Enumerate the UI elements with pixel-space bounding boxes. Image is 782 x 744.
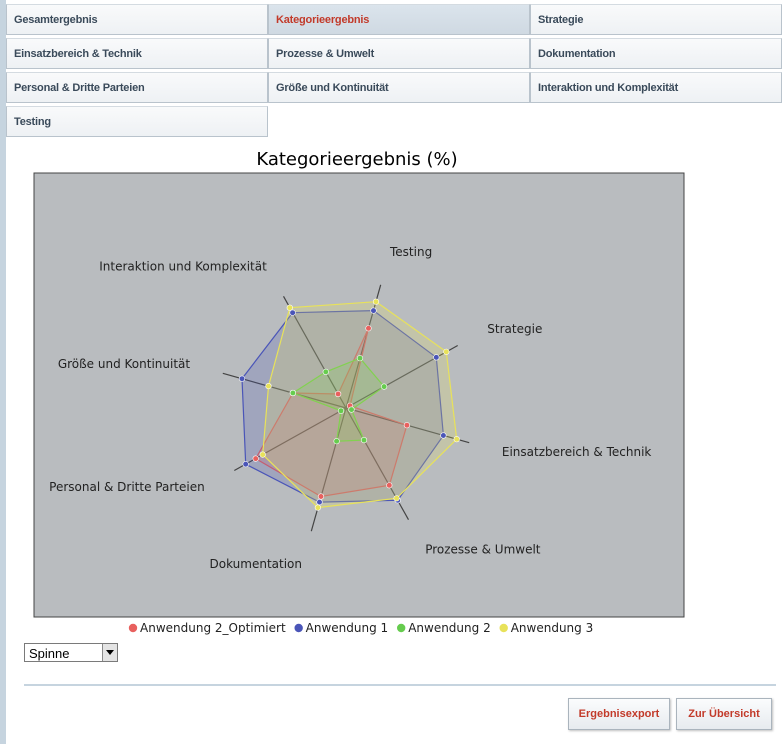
point-anwendung-3-strategie: [443, 348, 450, 355]
tab-prozesse-umwelt[interactable]: Prozesse & Umwelt: [268, 38, 530, 69]
point-anwendung-2-groesse-und-kontinuitaet: [289, 389, 297, 397]
point-anwendung-2-optimiert-testing: [365, 325, 372, 332]
tab-einsatzbereich-technik[interactable]: Einsatzbereich & Technik: [6, 38, 268, 69]
axis-label-interaktion-und-komplexitaet: Interaktion und Komplexität: [99, 260, 267, 274]
point-anwendung-2-personal-dritte-parteien: [337, 407, 345, 414]
legend-marker-anwendung-2: [396, 623, 406, 633]
chart-type-select-value: Spinne: [29, 646, 70, 661]
legend-marker-anwendung-3: [499, 623, 508, 633]
tab-kategorieergebnis[interactable]: Kategorieergebnis: [268, 4, 530, 35]
point-anwendung-2-testing: [356, 355, 364, 362]
point-anwendung-2-interaktion-und-komplexitaet: [322, 368, 329, 375]
point-anwendung-2-strategie: [381, 383, 388, 390]
point-anwendung-2-optimiert-einsatzbereich-technik: [403, 422, 411, 429]
axis-label-prozesse-umwelt: Prozesse & Umwelt: [425, 542, 541, 556]
tab-strategie[interactable]: Strategie: [530, 4, 782, 35]
chart-title: Kategorieergebnis (%): [256, 149, 457, 170]
tab-dokumentation[interactable]: Dokumentation: [530, 38, 782, 69]
category-tabs: Gesamtergebnis Kategorieergebnis Strateg…: [6, 4, 782, 137]
axis-label-testing: Testing: [389, 245, 432, 259]
point-anwendung-3-interaktion-und-komplexitaet: [286, 304, 293, 311]
tab-gesamtergebnis[interactable]: Gesamtergebnis: [6, 4, 268, 35]
chart-type-select[interactable]: Spinne: [24, 643, 118, 662]
legend-marker-anwendung-1: [294, 623, 303, 633]
point-anwendung-3-personal-dritte-parteien: [259, 451, 266, 458]
axis-label-groesse-und-kontinuitaet: Größe und Kontinuität: [58, 357, 191, 371]
point-anwendung-2-optimiert-personal-dritte-parteien: [252, 455, 259, 462]
point-anwendung-1-strategie: [433, 354, 440, 361]
point-anwendung-3-prozesse-umwelt: [393, 495, 400, 502]
point-anwendung-1-testing: [370, 307, 377, 314]
point-anwendung-2-optimiert-dokumentation: [317, 493, 325, 500]
legend-marker-anwendung-2-optimiert: [128, 623, 138, 633]
point-anwendung-2-prozesse-umwelt: [360, 437, 368, 444]
point-anwendung-1-interaktion-und-komplexitaet: [289, 309, 296, 316]
chevron-down-icon[interactable]: [102, 644, 117, 661]
point-anwendung-2-dokumentation: [333, 438, 340, 445]
point-anwendung-1-dokumentation: [316, 499, 323, 506]
tab-testing[interactable]: Testing: [6, 106, 268, 137]
tab-groesse-kontinuitaet[interactable]: Größe und Kontinuität: [268, 72, 530, 103]
divider: [24, 684, 776, 686]
point-anwendung-2-optimiert-interaktion-und-komplexitaet: [335, 390, 342, 398]
point-anwendung-3-dokumentation: [314, 504, 322, 511]
point-anwendung-1-einsatzbereich-technik: [440, 432, 447, 439]
legend-label-anwendung-1: Anwendung 1: [306, 621, 389, 635]
point-anwendung-1-groesse-und-kontinuitaet: [238, 375, 246, 382]
tab-personal-dritte-parteien[interactable]: Personal & Dritte Parteien: [6, 72, 268, 103]
point-anwendung-2-einsatzbereich-technik: [348, 406, 355, 413]
overview-button[interactable]: Zur Übersicht: [676, 698, 772, 730]
point-anwendung-3-einsatzbereich-technik: [453, 436, 460, 443]
axis-label-einsatzbereich-technik: Einsatzbereich & Technik: [502, 445, 652, 459]
legend-label-anwendung-2: Anwendung 2: [408, 621, 491, 635]
axis-label-strategie: Strategie: [487, 322, 542, 336]
radar-chart-svg: Kategorieergebnis (%) Testing Strategie Ei…: [33, 149, 685, 635]
point-anwendung-1-personal-dritte-parteien: [242, 461, 249, 468]
axis-label-dokumentation: Dokumentation: [210, 557, 303, 571]
legend-label-anwendung-3: Anwendung 3: [511, 621, 594, 635]
point-anwendung-3-testing: [372, 298, 380, 305]
legend-label-anwendung-2-optimiert: Anwendung 2_Optimiert: [140, 621, 286, 635]
tab-interaktion-komplexitaet[interactable]: Interaktion und Komplexität: [530, 72, 782, 103]
axis-label-personal-dritte-parteien: Personal & Dritte Parteien: [49, 480, 205, 494]
radar-chart: Kategorieergebnis (%) Testing Strategie Ei…: [24, 141, 690, 641]
point-anwendung-2-optimiert-prozesse-umwelt: [386, 482, 393, 489]
point-anwendung-3-groesse-und-kontinuitaet: [265, 383, 272, 390]
export-button[interactable]: Ergebnisexport: [568, 698, 670, 730]
